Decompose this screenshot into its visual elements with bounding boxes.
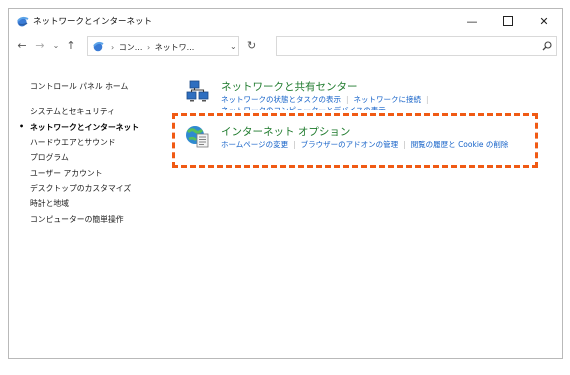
address-dropdown-icon[interactable]: ⌄ bbox=[230, 42, 237, 51]
search-icon[interactable] bbox=[542, 41, 552, 51]
sidebar-item-hardware-sound[interactable]: ハードウエアとサウンド bbox=[30, 137, 116, 148]
highlight-box bbox=[172, 113, 538, 168]
network-sharing-links: ネットワークの状態とタスクの表示 | ネットワークに接続 | bbox=[221, 94, 434, 105]
address-bar: ← → ⌄ ↑ › コン... › ネットワ... ⌄ ↻ bbox=[9, 33, 562, 59]
sidebar-item-programs[interactable]: プログラム bbox=[30, 152, 69, 163]
forward-arrow-icon[interactable]: → bbox=[33, 39, 47, 52]
current-item-bullet: • bbox=[19, 122, 25, 131]
connect-to-network-link[interactable]: ネットワークに接続 bbox=[354, 95, 422, 104]
link-divider: | bbox=[346, 95, 349, 104]
link-divider: | bbox=[426, 95, 429, 104]
control-panel-window: ネットワークとインターネット — ✕ ← → ⌄ ↑ › コン... › ネット… bbox=[8, 8, 563, 359]
address-field[interactable]: › コン... › ネットワ... ⌄ bbox=[87, 36, 239, 56]
up-arrow-icon[interactable]: ↑ bbox=[64, 39, 78, 52]
sidebar-item-user-accounts[interactable]: ユーザー アカウント bbox=[30, 168, 103, 179]
sidebar-item-clock-region[interactable]: 時計と地域 bbox=[30, 198, 69, 209]
breadcrumb: › コン... › ネットワ... bbox=[109, 42, 194, 53]
network-sharing-icon[interactable] bbox=[185, 79, 211, 103]
breadcrumb-separator: › bbox=[146, 43, 151, 52]
control-panel-icon bbox=[93, 41, 104, 52]
recent-locations-dropdown-icon[interactable]: ⌄ bbox=[49, 41, 63, 50]
search-input[interactable] bbox=[281, 40, 535, 59]
breadcrumb-item-network[interactable]: ネットワ... bbox=[155, 43, 195, 52]
minimize-icon: — bbox=[466, 14, 478, 28]
back-arrow-icon[interactable]: ← bbox=[15, 39, 29, 52]
network-sharing-center-link[interactable]: ネットワークと共有センター bbox=[221, 79, 358, 94]
minimize-button[interactable]: — bbox=[454, 9, 490, 33]
maximize-button[interactable] bbox=[490, 9, 526, 33]
search-box[interactable] bbox=[276, 36, 557, 59]
title-bar: ネットワークとインターネット — ✕ bbox=[9, 9, 562, 33]
window-title: ネットワークとインターネット bbox=[33, 17, 153, 27]
network-app-icon bbox=[17, 16, 29, 27]
refresh-icon[interactable]: ↻ bbox=[247, 39, 256, 52]
sidebar-item-label: ネットワークとインターネット bbox=[30, 123, 140, 132]
view-network-status-link[interactable]: ネットワークの状態とタスクの表示 bbox=[221, 95, 341, 104]
breadcrumb-item-control-panel[interactable]: コン... bbox=[119, 43, 143, 52]
view-network-computers-link[interactable]: ネットワークのコンピューターとデバイスの表示 bbox=[221, 105, 386, 110]
close-button[interactable]: ✕ bbox=[526, 9, 562, 33]
sidebar-item-desktop-customization[interactable]: デスクトップのカスタマイズ bbox=[30, 183, 131, 194]
sidebar-item-ease-of-access[interactable]: コンピューターの簡単操作 bbox=[30, 214, 124, 225]
breadcrumb-separator: › bbox=[111, 43, 115, 52]
sidebar-item-home[interactable]: コントロール パネル ホーム bbox=[30, 81, 128, 92]
close-icon: ✕ bbox=[539, 14, 549, 28]
sidebar-item-system-security[interactable]: システムとセキュリティ bbox=[30, 106, 115, 117]
sidebar-item-network-internet[interactable]: • ネットワークとインターネット bbox=[19, 122, 140, 133]
maximize-icon bbox=[503, 16, 513, 26]
